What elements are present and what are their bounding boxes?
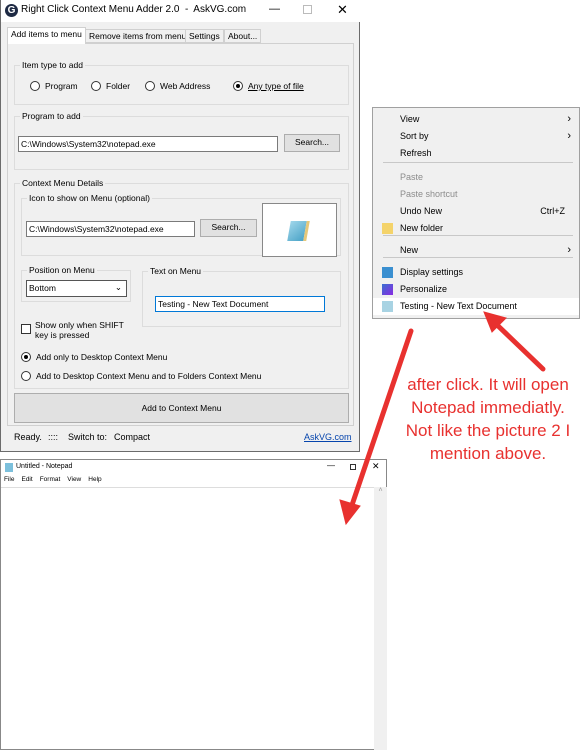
annotation-text: after click. It will open Notepad immedi… xyxy=(405,375,571,463)
tab-add-items[interactable]: Add items to menu xyxy=(7,27,86,44)
arrow-head xyxy=(339,499,361,526)
arrow-to-menu-item xyxy=(491,319,546,372)
